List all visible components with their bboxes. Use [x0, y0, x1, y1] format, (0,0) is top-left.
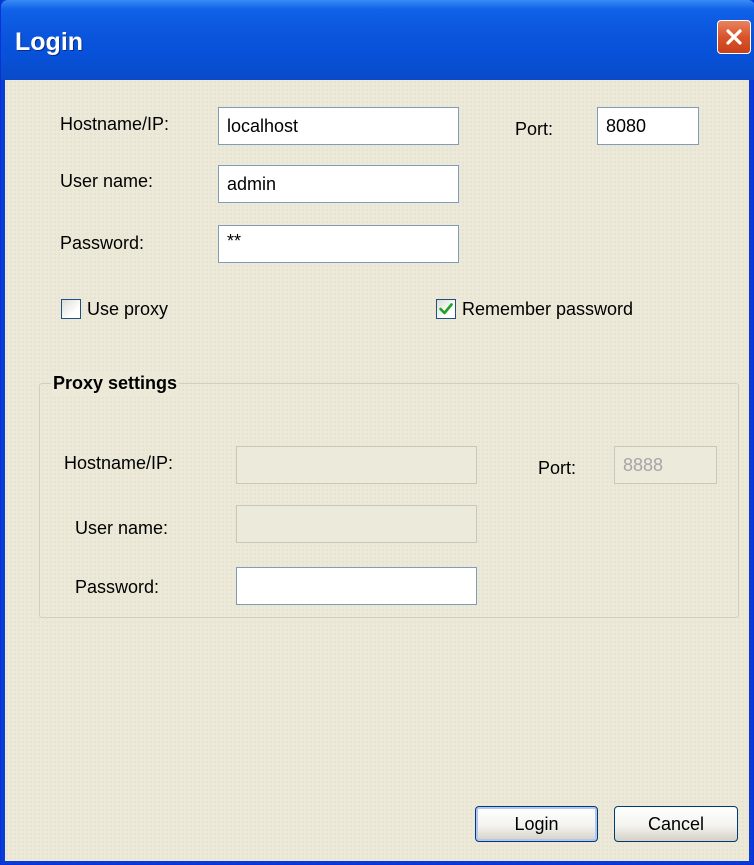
proxy-username-field[interactable] [236, 505, 477, 543]
password-field[interactable]: ** [218, 225, 459, 263]
proxy-password-field[interactable] [236, 567, 477, 605]
checkmark-icon [439, 303, 453, 315]
login-button[interactable]: Login [475, 806, 598, 842]
username-label: User name: [60, 171, 154, 191]
proxy-port-field[interactable]: 8888 [614, 446, 717, 484]
username-field[interactable]: admin [218, 165, 459, 203]
hostname-field[interactable]: localhost [218, 107, 459, 145]
proxy-settings-title: Proxy settings [51, 371, 180, 395]
proxy-hostname-field[interactable] [236, 446, 477, 484]
password-label: Password: [60, 233, 145, 253]
remember-password-checkbox[interactable] [436, 299, 456, 319]
title-bar[interactable]: Login [1, 0, 754, 80]
close-button[interactable] [717, 20, 751, 54]
remember-password-label: Remember password [462, 299, 634, 319]
proxy-port-label: Port: [538, 458, 577, 478]
use-proxy-label: Use proxy [87, 299, 169, 319]
port-label: Port: [515, 119, 554, 139]
use-proxy-checkbox[interactable] [61, 299, 81, 319]
hostname-label: Hostname/IP: [60, 114, 170, 134]
window-title: Login [15, 28, 84, 56]
login-dialog: Login Hostname/IP: localhost Port: 8080 … [0, 0, 754, 865]
proxy-username-label: User name: [75, 518, 169, 538]
port-field[interactable]: 8080 [597, 107, 699, 145]
proxy-password-label: Password: [75, 577, 160, 597]
close-icon [726, 29, 742, 45]
cancel-button[interactable]: Cancel [614, 806, 738, 842]
proxy-hostname-label: Hostname/IP: [64, 453, 174, 473]
